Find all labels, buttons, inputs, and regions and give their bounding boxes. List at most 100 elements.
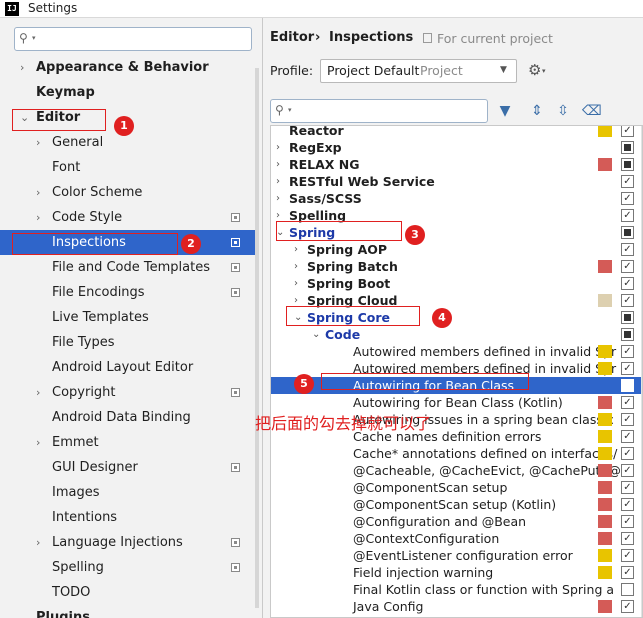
enable-checkbox[interactable]: ✓ [621,413,634,426]
tree-row[interactable]: › Sass/SCSS ✓ [271,190,642,207]
tree-row[interactable]: @Cacheable, @CacheEvict, @CachePut, @ ✓ [271,462,642,479]
sidebar-item-emmet[interactable]: › Emmet [0,430,259,455]
sidebar-item-intentions[interactable]: Intentions [0,505,259,530]
tree-row[interactable]: › Spring AOP ✓ [271,241,642,258]
tree-row[interactable]: › Spring Boot ✓ [271,275,642,292]
enable-checkbox[interactable]: ✓ [621,481,634,494]
sidebar-item-live-templates[interactable]: Live Templates [0,305,259,330]
tree-row[interactable]: Autowired members defined in invalid Spr… [271,343,642,360]
enable-checkbox[interactable]: ✓ [621,126,634,137]
sidebar-item-plugins[interactable]: Plugins [0,605,259,618]
enable-checkbox[interactable]: ✓ [621,447,634,460]
sidebar-item-file-encodings[interactable]: File Encodings [0,280,259,305]
tree-row[interactable]: Java Config ✓ [271,598,642,615]
chevron-down-icon[interactable]: ▾ [32,34,36,42]
chevron-right-icon[interactable]: › [20,55,24,80]
sidebar-item-appearance-behavior[interactable]: › Appearance & Behavior [0,55,259,80]
chevron-down-icon[interactable]: ▾ [542,67,546,75]
sidebar-item-copyright[interactable]: › Copyright [0,380,259,405]
chevron-right-icon[interactable]: › [294,275,298,292]
enable-checkbox[interactable]: ✓ [621,566,634,579]
breadcrumb-root[interactable]: Editor [270,30,314,45]
tree-row[interactable]: Autowiring for Bean Class (Kotlin) ✓ [271,394,642,411]
sidebar-item-color-scheme[interactable]: › Color Scheme [0,180,259,205]
enable-checkbox[interactable]: ✓ [621,600,634,613]
tree-row[interactable]: Field injection warning ✓ [271,564,642,581]
enable-checkbox[interactable] [621,379,634,392]
annotation-badge: 4 [432,308,452,328]
collapse-all-icon[interactable]: ⇳ [554,102,572,120]
tree-row[interactable]: › RegExp [271,139,642,156]
gear-icon[interactable]: ⚙ [528,61,541,79]
sidebar-item-todo[interactable]: TODO [0,580,259,605]
enable-checkbox[interactable]: ✓ [621,294,634,307]
enable-checkbox[interactable] [621,328,634,341]
settings-search-input[interactable]: ⚲ ▾ [14,27,252,51]
reset-icon[interactable]: ⌫ [582,102,602,120]
enable-checkbox[interactable]: ✓ [621,260,634,273]
inspection-search-input[interactable]: ⚲ ▾ [270,99,488,123]
profile-select[interactable]: Project Default Project ▼ [320,59,517,83]
enable-checkbox[interactable]: ✓ [621,277,634,290]
enable-checkbox[interactable]: ✓ [621,464,634,477]
enable-checkbox[interactable]: ✓ [621,345,634,358]
sidebar-item-keymap[interactable]: Keymap [0,80,259,105]
tree-row[interactable]: Final Kotlin class or function with Spri… [271,581,642,598]
enable-checkbox[interactable]: ✓ [621,192,634,205]
sidebar-item-spelling[interactable]: Spelling [0,555,259,580]
chevron-down-icon[interactable]: ▾ [288,106,292,114]
tree-row[interactable]: @ComponentScan setup (Kotlin) ✓ [271,496,642,513]
chevron-right-icon[interactable]: › [36,180,40,205]
enable-checkbox[interactable]: ✓ [621,549,634,562]
filter-icon[interactable]: ▼ [496,102,514,120]
enable-checkbox[interactable] [621,158,634,171]
chevron-right-icon[interactable]: › [294,258,298,275]
chevron-right-icon[interactable]: › [36,530,40,555]
sidebar-item-images[interactable]: Images [0,480,259,505]
tree-row[interactable]: Cache* annotations defined on interfaces… [271,445,642,462]
tree-row[interactable]: @ComponentScan setup ✓ [271,479,642,496]
annotation-box-inspections [12,233,178,255]
sidebar-item-font[interactable]: Font [0,155,259,180]
sidebar-item-file-types[interactable]: File Types [0,330,259,355]
tree-row[interactable]: Reactor ✓ [271,126,642,139]
enable-checkbox[interactable] [621,141,634,154]
enable-checkbox[interactable]: ✓ [621,209,634,222]
sidebar-item-android-layout-editor[interactable]: Android Layout Editor [0,355,259,380]
chevron-right-icon[interactable]: › [276,173,280,190]
tree-row[interactable]: ⌄ Code [271,326,642,343]
sidebar-scrollbar[interactable] [255,68,259,608]
chevron-right-icon[interactable]: › [276,156,280,173]
tree-row[interactable]: › RELAX NG [271,156,642,173]
chevron-right-icon[interactable]: › [36,380,40,405]
sidebar-item-file-and-code-templates[interactable]: File and Code Templates [0,255,259,280]
enable-checkbox[interactable]: ✓ [621,175,634,188]
enable-checkbox[interactable] [621,226,634,239]
tree-row[interactable]: @EventListener configuration error ✓ [271,547,642,564]
chevron-right-icon[interactable]: › [36,430,40,455]
chevron-right-icon[interactable]: › [36,205,40,230]
chevron-down-icon[interactable]: ⌄ [312,326,320,343]
enable-checkbox[interactable] [621,583,634,596]
tree-row[interactable]: @Configuration and @Bean ✓ [271,513,642,530]
enable-checkbox[interactable]: ✓ [621,396,634,409]
expand-all-icon[interactable]: ⇕ [528,102,546,120]
sidebar-item-language-injections[interactable]: › Language Injections [0,530,259,555]
enable-checkbox[interactable]: ✓ [621,498,634,511]
enable-checkbox[interactable]: ✓ [621,243,634,256]
enable-checkbox[interactable]: ✓ [621,430,634,443]
tree-row[interactable]: @ContextConfiguration ✓ [271,530,642,547]
tree-row[interactable]: › Spring Batch ✓ [271,258,642,275]
enable-checkbox[interactable]: ✓ [621,515,634,528]
tree-row[interactable]: › RESTful Web Service ✓ [271,173,642,190]
chevron-right-icon[interactable]: › [36,130,40,155]
chevron-right-icon[interactable]: › [294,241,298,258]
enable-checkbox[interactable]: ✓ [621,532,634,545]
sidebar-item-android-data-binding[interactable]: Android Data Binding [0,405,259,430]
chevron-right-icon[interactable]: › [276,190,280,207]
chevron-right-icon[interactable]: › [276,139,280,156]
enable-checkbox[interactable]: ✓ [621,362,634,375]
sidebar-item-gui-designer[interactable]: GUI Designer [0,455,259,480]
enable-checkbox[interactable] [621,311,634,324]
sidebar-item-code-style[interactable]: › Code Style [0,205,259,230]
